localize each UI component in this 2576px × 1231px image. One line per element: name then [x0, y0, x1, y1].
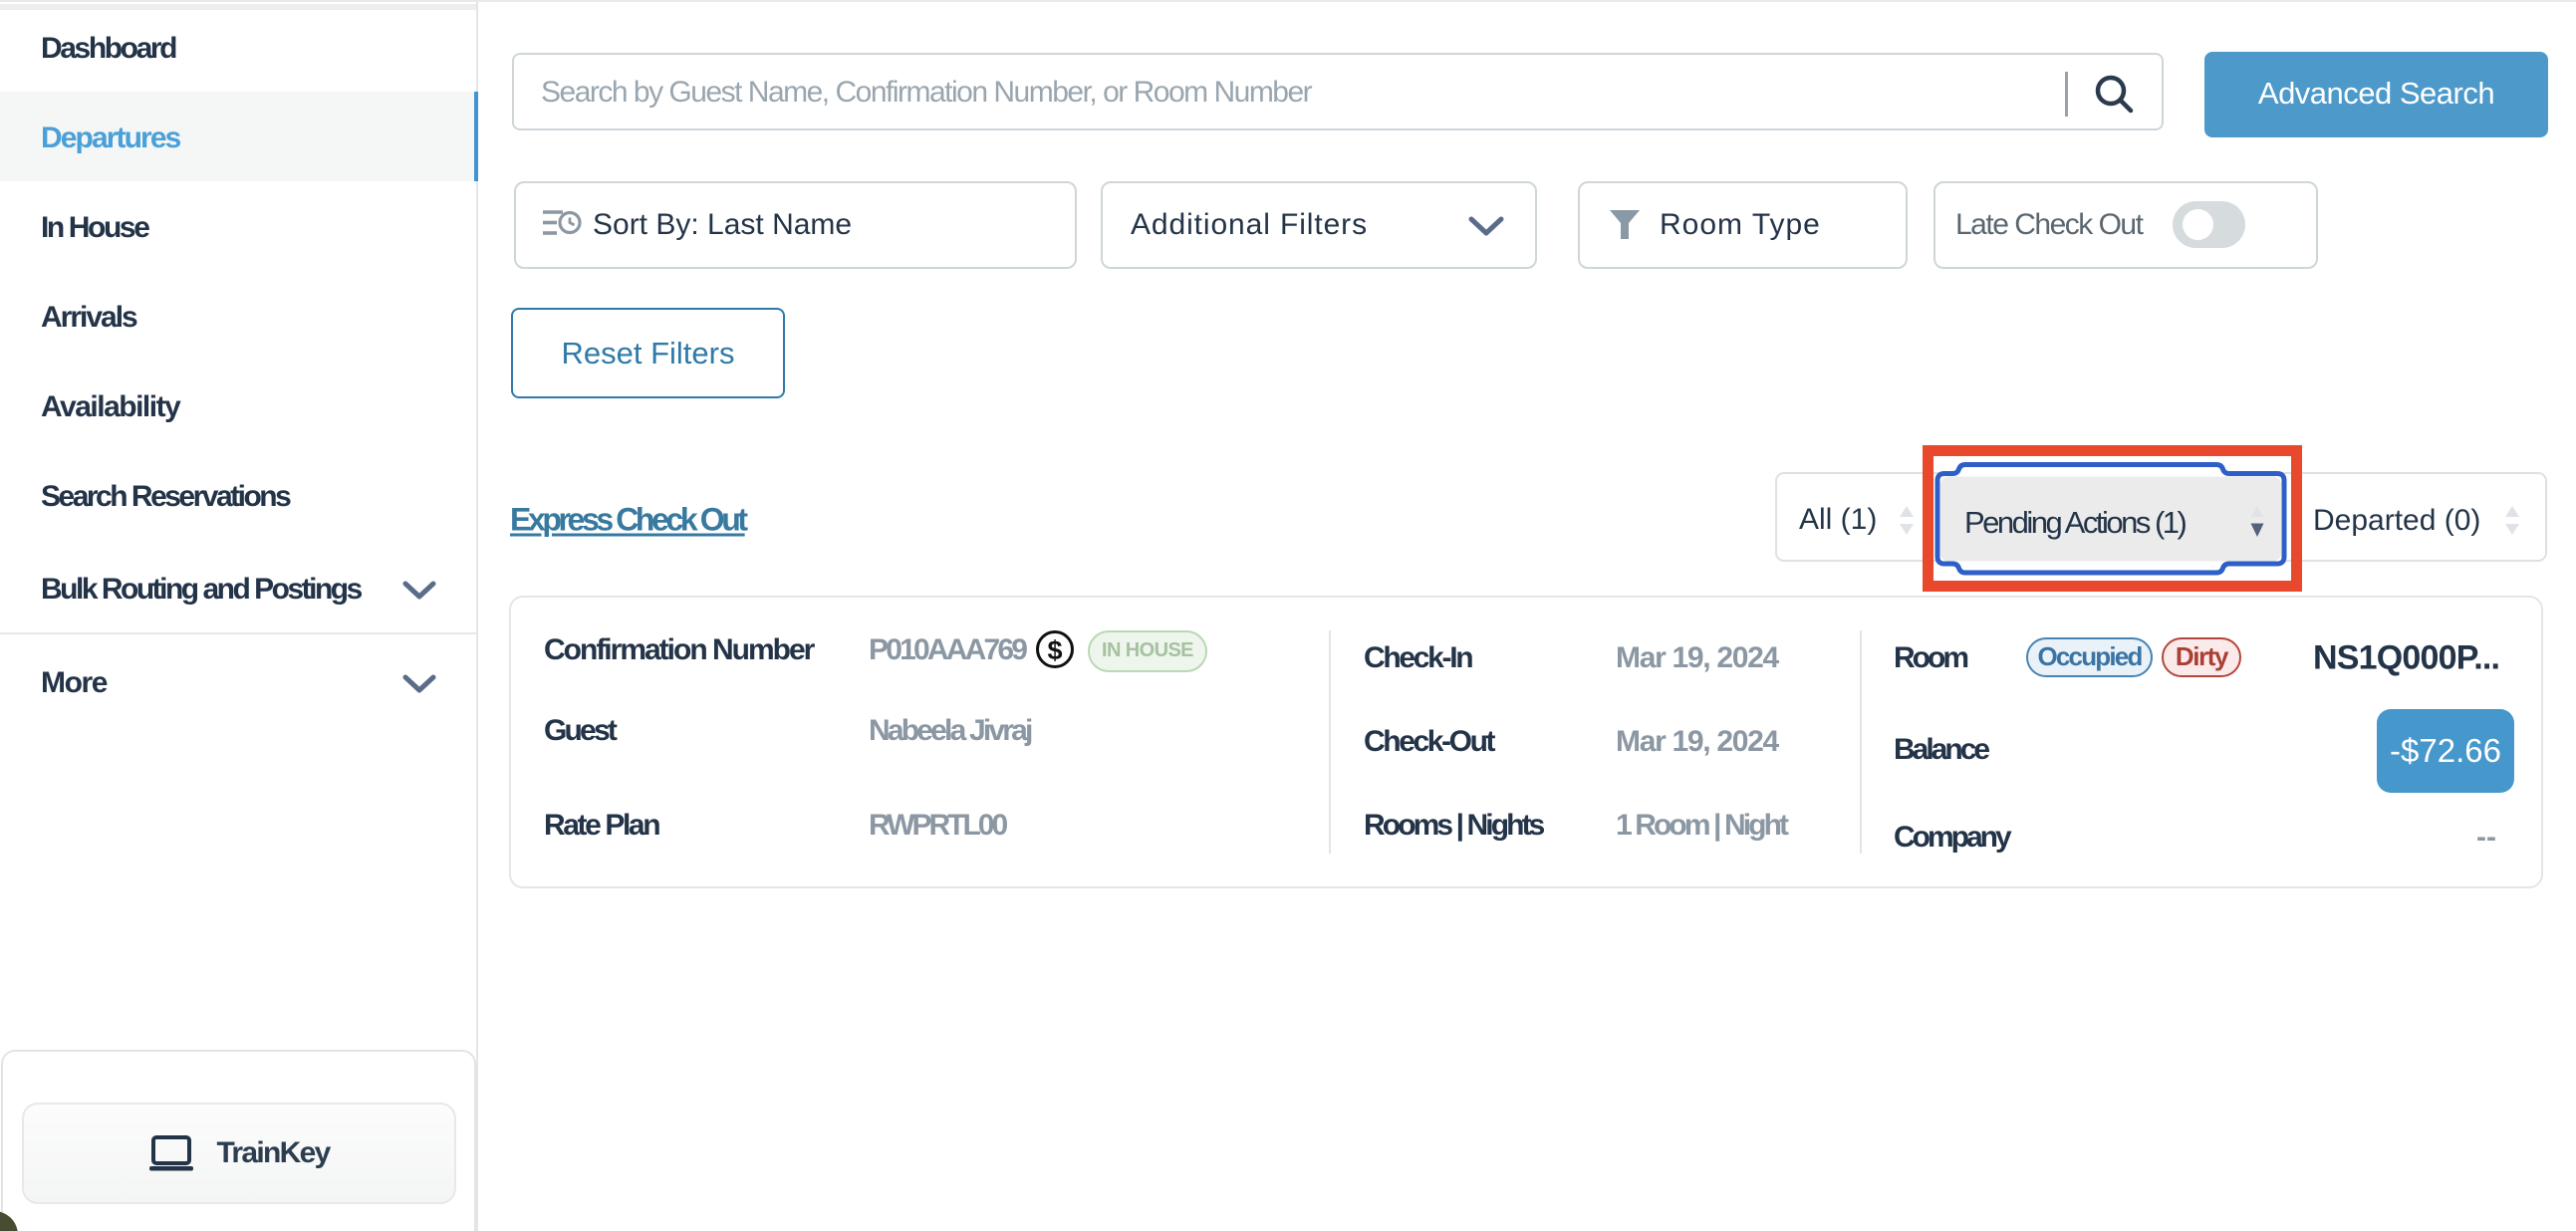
svg-text:$: $	[1047, 635, 1062, 665]
